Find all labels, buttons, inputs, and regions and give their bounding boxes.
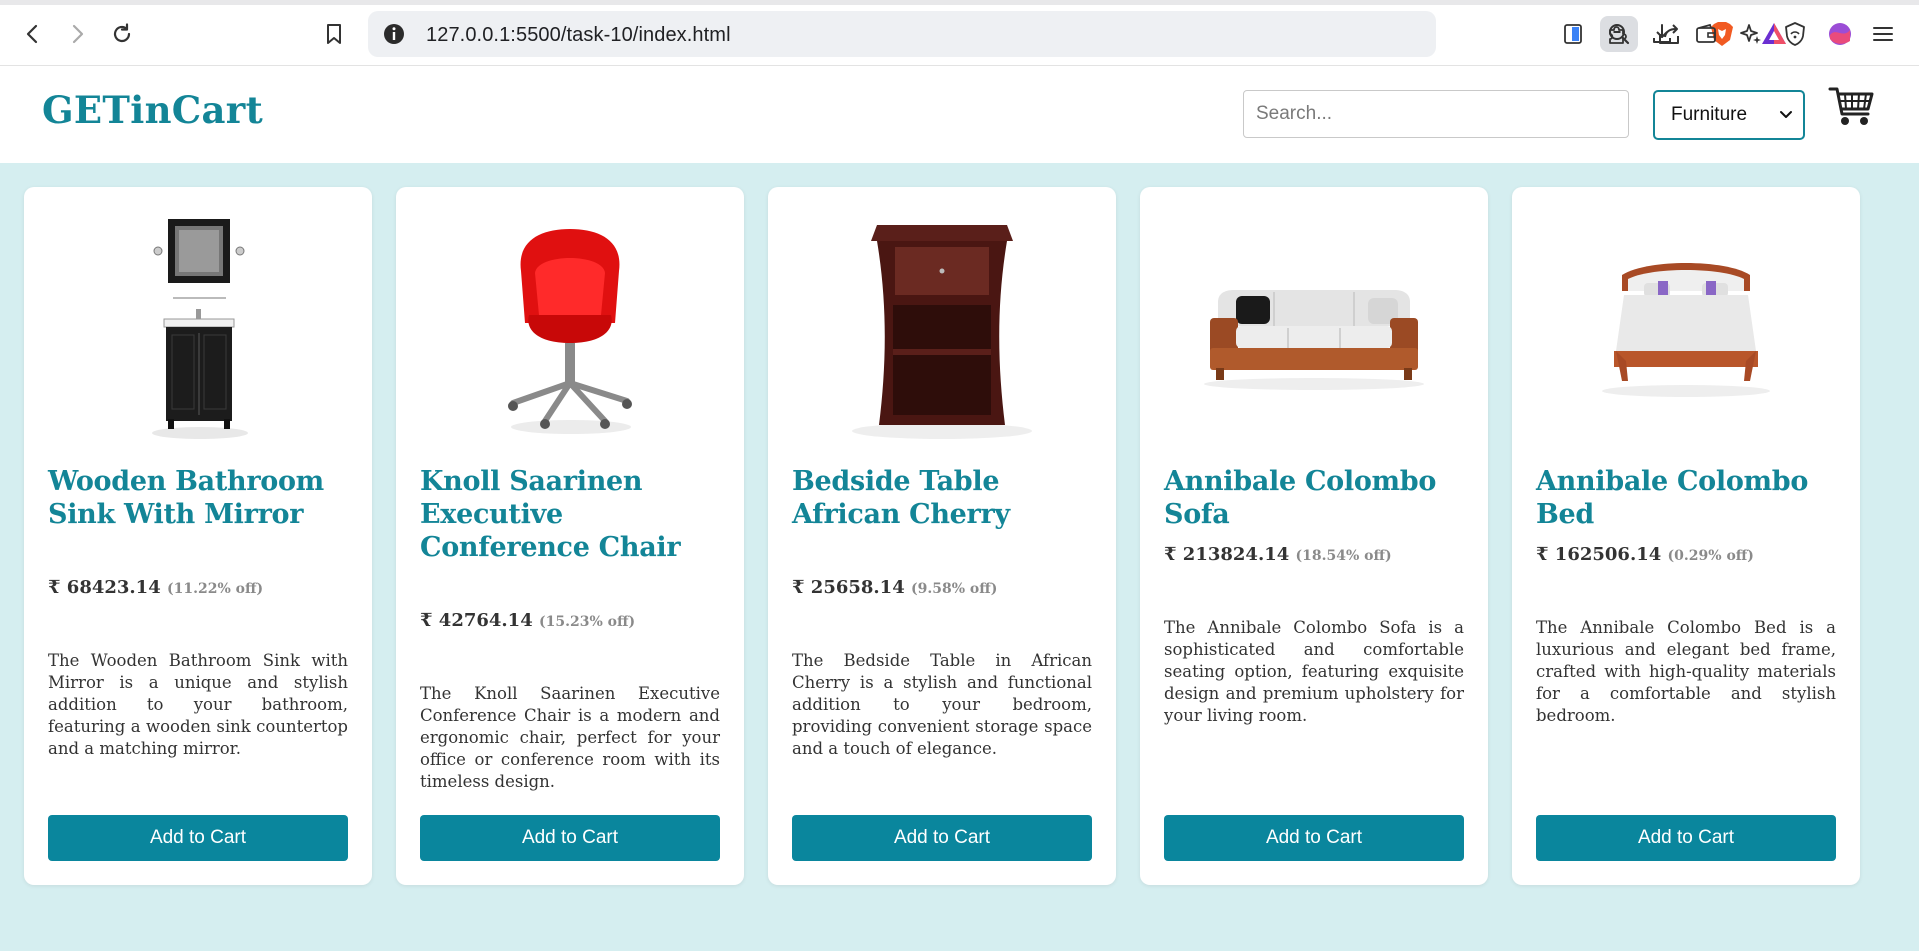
product-card: Annibale Colombo Bed ₹ 162506.14 (0.29% …	[1512, 187, 1860, 885]
product-image-sofa[interactable]	[1164, 211, 1464, 441]
vpn-icon[interactable]	[1778, 17, 1812, 51]
product-title[interactable]: Wooden Bathroom Sink With Mirror	[48, 465, 348, 531]
product-image-bed[interactable]	[1536, 211, 1836, 441]
chevron-down-icon	[1779, 106, 1793, 130]
product-price: ₹ 25658.14 (9.58% off)	[792, 577, 1092, 598]
product-grid: Wooden Bathroom Sink With Mirror ₹ 68423…	[24, 187, 1884, 885]
product-price: ₹ 68423.14 (11.22% off)	[48, 577, 348, 598]
info-icon[interactable]	[382, 22, 406, 46]
product-card: Knoll Saarinen Executive Conference Chai…	[396, 187, 744, 885]
price-value: ₹ 25658.14	[792, 577, 905, 598]
tab-strip-edge	[0, 0, 1919, 5]
price-value: ₹ 213824.14	[1164, 544, 1290, 565]
product-title[interactable]: Annibale Colombo Sofa	[1164, 465, 1464, 531]
product-image-bedside-table[interactable]	[792, 211, 1092, 441]
bookmark-icon[interactable]	[317, 17, 351, 51]
price-value: ₹ 42764.14	[420, 610, 533, 631]
forward-icon[interactable]	[60, 17, 94, 51]
discount-badge: (15.23% off)	[539, 614, 636, 630]
product-description: The Annibale Colombo Sofa is a sophistic…	[1164, 618, 1464, 725]
profile-icon[interactable]	[1823, 17, 1857, 51]
product-description: The Knoll Saarinen Executive Conference …	[420, 684, 720, 791]
add-to-cart-button[interactable]: Add to Cart	[792, 815, 1092, 861]
search-input[interactable]	[1243, 90, 1629, 138]
product-description: The Bedside Table in African Cherry is a…	[792, 651, 1092, 758]
add-to-cart-button[interactable]: Add to Cart	[1164, 815, 1464, 861]
discount-badge: (9.58% off)	[911, 581, 998, 597]
product-title[interactable]: Bedside Table African Cherry	[792, 465, 1092, 531]
product-price: ₹ 162506.14 (0.29% off)	[1536, 544, 1836, 565]
add-to-cart-button[interactable]: Add to Cart	[48, 815, 348, 861]
product-description: The Wooden Bathroom Sink with Mirror is …	[48, 651, 348, 758]
product-price: ₹ 213824.14 (18.54% off)	[1164, 544, 1464, 565]
sidebar-icon[interactable]	[1556, 17, 1590, 51]
product-title[interactable]: Annibale Colombo Bed	[1536, 465, 1836, 531]
menu-icon[interactable]	[1866, 17, 1900, 51]
reload-icon[interactable]	[105, 17, 139, 51]
product-title[interactable]: Knoll Saarinen Executive Conference Chai…	[420, 465, 720, 564]
discount-badge: (18.54% off)	[1295, 548, 1392, 564]
browser-toolbar: 127.0.0.1:5500/task-10/index.html	[0, 0, 1919, 66]
product-price: ₹ 42764.14 (15.23% off)	[420, 610, 720, 631]
product-card: Wooden Bathroom Sink With Mirror ₹ 68423…	[24, 187, 372, 885]
brand-logo[interactable]: GETinCart	[42, 88, 263, 132]
discount-badge: (11.22% off)	[167, 581, 264, 597]
leo-ai-icon[interactable]	[1734, 17, 1768, 51]
back-icon[interactable]	[16, 17, 50, 51]
download-icon[interactable]	[1645, 17, 1679, 51]
address-bar[interactable]: 127.0.0.1:5500/task-10/index.html	[368, 11, 1786, 57]
product-description: The Annibale Colombo Bed is a luxurious …	[1536, 618, 1836, 725]
category-select-value: Furniture	[1671, 104, 1748, 125]
product-image-bathroom-sink[interactable]	[48, 211, 348, 441]
discount-badge: (0.29% off)	[1667, 548, 1754, 564]
extensions-icon[interactable]	[1600, 17, 1634, 51]
url-text[interactable]: 127.0.0.1:5500/task-10/index.html	[426, 24, 731, 47]
product-card: Bedside Table African Cherry ₹ 25658.14 …	[768, 187, 1116, 885]
category-select[interactable]: Furniture	[1653, 90, 1805, 140]
add-to-cart-button[interactable]: Add to Cart	[420, 815, 720, 861]
wallet-icon[interactable]	[1689, 17, 1723, 51]
cart-icon[interactable]	[1828, 84, 1876, 132]
price-value: ₹ 162506.14	[1536, 544, 1662, 565]
add-to-cart-button[interactable]: Add to Cart	[1536, 815, 1836, 861]
product-card: Annibale Colombo Sofa ₹ 213824.14 (18.54…	[1140, 187, 1488, 885]
site-header: GETinCart Furniture	[0, 66, 1919, 163]
product-image-conference-chair[interactable]	[420, 211, 720, 441]
price-value: ₹ 68423.14	[48, 577, 161, 598]
